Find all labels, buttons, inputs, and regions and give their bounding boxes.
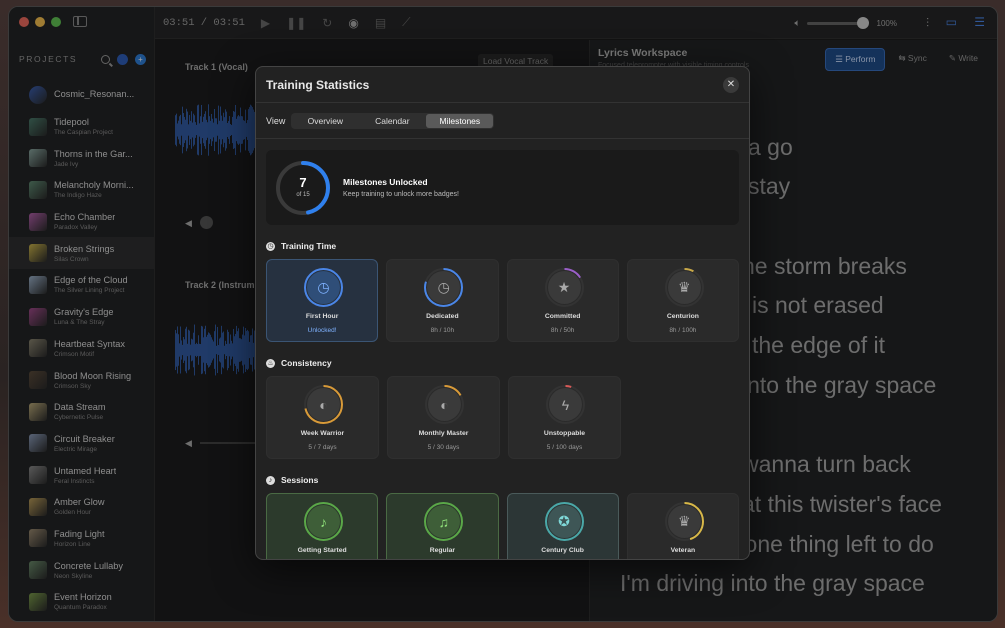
tab-overview[interactable]: Overview bbox=[292, 114, 358, 128]
milestone-card[interactable]: ♛ Centurion 8h / 100h bbox=[626, 259, 739, 342]
badge-icon: ♛ bbox=[667, 505, 701, 538]
badge: ♛ bbox=[664, 501, 705, 542]
badge-name: Century Club bbox=[541, 547, 584, 554]
badge: ✪ bbox=[544, 501, 585, 542]
badge-icon: ♪ bbox=[307, 505, 340, 538]
badge: ♛ bbox=[664, 267, 705, 308]
badge-progress: 5 / 7 days bbox=[308, 444, 337, 451]
milestones-total: of 15 bbox=[296, 191, 310, 198]
milestone-card[interactable]: ♪ Getting Started bbox=[266, 493, 379, 559]
badge: ◷ bbox=[423, 267, 464, 308]
badge-name: First Hour bbox=[305, 313, 339, 320]
view-segmented-control: Overview Calendar Milestones bbox=[291, 112, 495, 129]
badge-name: Veteran bbox=[670, 547, 696, 554]
section-header: ♨ Consistency bbox=[266, 358, 739, 368]
badge-icon: ★ bbox=[547, 271, 581, 304]
section-header: ◷ Training Time bbox=[266, 241, 739, 251]
badge-progress: 5 / 100 days bbox=[546, 444, 583, 451]
milestone-card[interactable]: ◐ Week Warrior 5 / 7 days bbox=[266, 376, 379, 459]
milestone-card[interactable]: ϟ Unstoppable 5 / 100 days bbox=[508, 376, 621, 459]
badge-name: Committed bbox=[544, 313, 581, 320]
training-statistics-dialog: Training Statistics ✕ View Overview Cale… bbox=[255, 66, 750, 560]
tab-calendar[interactable]: Calendar bbox=[358, 114, 426, 128]
badge-icon: ◐ bbox=[428, 388, 461, 421]
section-title: Sessions bbox=[281, 475, 319, 485]
clock-icon: ◷ bbox=[266, 241, 275, 251]
close-icon[interactable]: ✕ bbox=[723, 76, 739, 93]
badge: ϟ bbox=[545, 384, 586, 425]
badge-grid: ◐ Week Warrior 5 / 7 days ◐ Monthly Mast… bbox=[266, 376, 739, 459]
badge-progress: Unlocked! bbox=[307, 327, 337, 334]
milestone-card[interactable]: ✪ Century Club bbox=[506, 493, 619, 559]
milestone-card[interactable]: ★ Committed 8h / 50h bbox=[506, 259, 619, 342]
badge: ◐ bbox=[424, 384, 465, 425]
tab-milestones[interactable]: Milestones bbox=[426, 113, 494, 128]
section-title: Consistency bbox=[281, 358, 332, 368]
milestone-card[interactable]: ◷ First Hour Unlocked! bbox=[266, 259, 379, 342]
dialog-title: Training Statistics bbox=[266, 77, 370, 92]
badge-name: Dedicated bbox=[426, 313, 459, 320]
milestones-summary: 7 of 15 Milestones Unlocked Keep trainin… bbox=[266, 150, 739, 225]
badge-name: Monthly Master bbox=[418, 430, 469, 437]
badge: ♫ bbox=[423, 501, 464, 542]
badge: ◐ bbox=[303, 384, 344, 425]
badge: ◷ bbox=[303, 267, 344, 308]
badge-icon: ◷ bbox=[307, 271, 340, 304]
badge-progress: 5 / 30 days bbox=[427, 444, 460, 451]
milestone-card[interactable]: ◐ Monthly Master 5 / 30 days bbox=[387, 376, 500, 459]
badge-progress: 8h / 100h bbox=[669, 327, 697, 334]
view-label: View bbox=[266, 115, 286, 126]
badge-progress: 8h / 50h bbox=[550, 327, 575, 334]
badge-progress: 8h / 10h bbox=[430, 327, 455, 334]
badge-name: Unstoppable bbox=[543, 430, 586, 437]
section-header: ♪ Sessions bbox=[266, 475, 739, 485]
summary-title: Milestones Unlocked bbox=[343, 177, 428, 187]
badge-icon: ϟ bbox=[549, 388, 582, 421]
dialog-header: Training Statistics ✕ bbox=[256, 67, 749, 103]
view-switcher: View Overview Calendar Milestones bbox=[256, 103, 749, 139]
milestone-card[interactable]: ♫ Regular bbox=[386, 493, 499, 559]
badge-grid: ♪ Getting Started ♫ Regular ✪ Century Cl… bbox=[266, 493, 739, 559]
milestones-count: 7 bbox=[299, 174, 307, 190]
summary-subtitle: Keep training to unlock more badges! bbox=[343, 191, 459, 198]
milestone-card[interactable]: ♛ Veteran bbox=[626, 493, 739, 559]
badge-name: Week Warrior bbox=[300, 430, 345, 437]
badge-icon: ✪ bbox=[547, 505, 581, 538]
badge-name: Regular bbox=[429, 547, 456, 554]
badge-icon: ♛ bbox=[667, 271, 701, 304]
music-note-icon: ♪ bbox=[266, 475, 275, 485]
badge: ♪ bbox=[303, 501, 344, 542]
badge-name: Getting Started bbox=[297, 547, 347, 554]
badge-grid: ◷ First Hour Unlocked! ◷ Dedicated 8h / … bbox=[266, 259, 739, 342]
milestones-content: 7 of 15 Milestones Unlocked Keep trainin… bbox=[256, 140, 749, 559]
section-title: Training Time bbox=[281, 241, 337, 251]
milestone-sections: ◷ Training Time ◷ First Hour Unlocked! ◷ … bbox=[266, 241, 739, 559]
badge: ★ bbox=[544, 267, 585, 308]
badge-icon: ◐ bbox=[307, 388, 340, 421]
milestones-progress-ring: 7 of 15 bbox=[274, 159, 332, 217]
milestone-card[interactable]: ◷ Dedicated 8h / 10h bbox=[386, 259, 499, 342]
badge-name: Centurion bbox=[666, 313, 699, 320]
flame-icon: ♨ bbox=[266, 358, 275, 368]
